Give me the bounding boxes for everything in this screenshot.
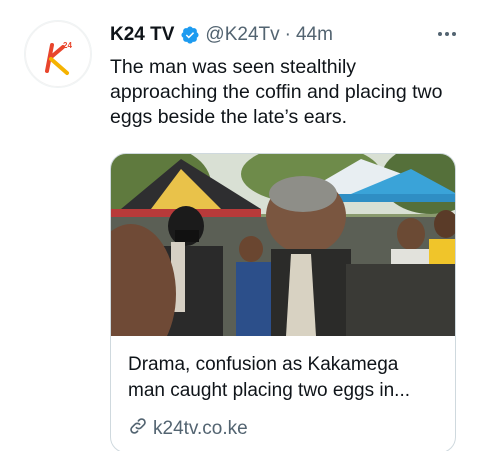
card-title[interactable]: Drama, confusion as Kakamega man caught … bbox=[128, 352, 448, 404]
tweet[interactable]: 24 K24 TV @K24Tv · 44m The man was seen … bbox=[0, 0, 480, 451]
card-title-line-1: Drama, confusion as Kakamega bbox=[128, 354, 399, 375]
k24-logo: 24 bbox=[45, 41, 72, 75]
author-name[interactable]: K24 TV bbox=[110, 24, 174, 46]
card-domain-text: k24tv.co.ke bbox=[153, 418, 248, 439]
separator-dot: · bbox=[284, 24, 291, 45]
card-domain[interactable]: k24tv.co.ke bbox=[128, 416, 248, 442]
link-icon bbox=[128, 416, 148, 442]
avatar[interactable]: 24 bbox=[24, 20, 92, 88]
tweet-time[interactable]: 44m bbox=[296, 24, 333, 46]
tweet-text: The man was seen stealthily approaching … bbox=[110, 56, 443, 128]
card-title-line-2: man caught placing two eggs in... bbox=[128, 380, 411, 401]
link-preview-card[interactable]: Drama, confusion as Kakamega man caught … bbox=[110, 153, 456, 451]
tweet-header: K24 TV @K24Tv · 44m bbox=[110, 22, 458, 48]
verified-badge-icon bbox=[180, 25, 200, 45]
svg-text:24: 24 bbox=[63, 41, 72, 50]
more-options-icon[interactable] bbox=[438, 24, 456, 44]
card-image bbox=[111, 154, 455, 336]
author-handle[interactable]: @K24Tv bbox=[205, 24, 279, 46]
